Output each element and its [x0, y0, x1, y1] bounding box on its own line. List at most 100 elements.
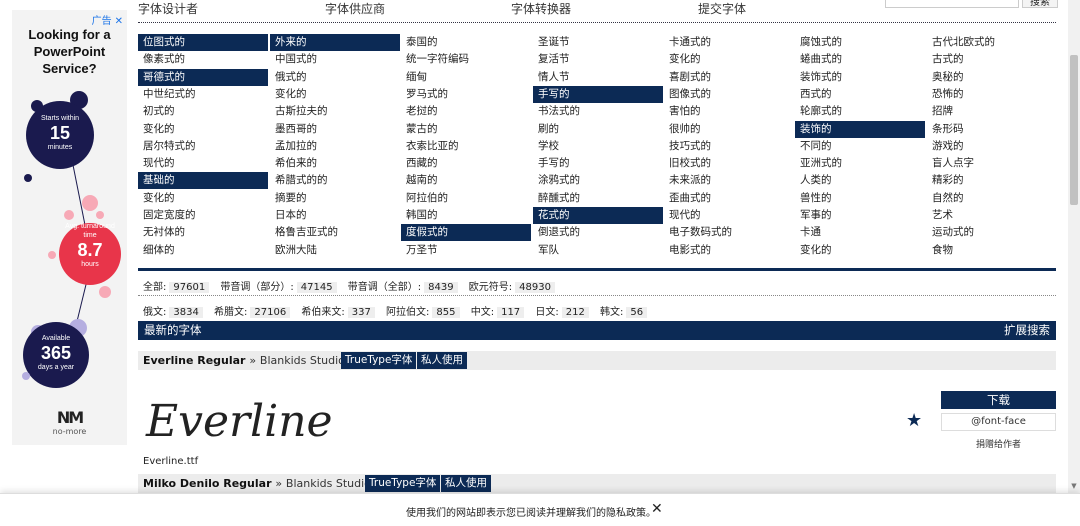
category-link[interactable]: 孟加拉的 — [270, 138, 400, 155]
category-link[interactable]: 装饰的 — [795, 120, 925, 138]
category-link[interactable]: 亚洲式的 — [795, 155, 925, 172]
category-link[interactable]: 喜剧式的 — [664, 69, 794, 86]
category-link[interactable]: 倒退式的 — [533, 224, 663, 241]
license-tag[interactable]: 私人使用 — [417, 352, 467, 369]
category-link[interactable]: 恐怖的 — [927, 86, 1055, 103]
category-link[interactable]: 缅甸 — [401, 69, 531, 86]
count-japanese[interactable]: 日文: 212 — [535, 303, 589, 318]
count-greek[interactable]: 希腊文: 27106 — [214, 303, 291, 318]
category-link[interactable]: 摘要的 — [270, 190, 400, 207]
foundry-link[interactable]: Blankids Studio — [260, 354, 345, 367]
font-name-link[interactable]: Milko Denilo Regular — [143, 477, 272, 490]
category-link[interactable]: 自然的 — [927, 190, 1055, 207]
search-input[interactable] — [885, 0, 1019, 8]
foundry-link[interactable]: Blankids Studio — [286, 477, 371, 490]
category-link[interactable]: 军队 — [533, 242, 663, 259]
category-link[interactable]: 万圣节 — [401, 242, 531, 259]
category-link[interactable]: 歪曲式的 — [664, 190, 794, 207]
fontface-button[interactable]: @font-face — [941, 413, 1056, 431]
category-link[interactable]: 情人节 — [533, 69, 663, 86]
category-link[interactable]: 招牌 — [927, 103, 1055, 120]
category-link[interactable]: 腐蚀式的 — [795, 34, 925, 51]
category-link[interactable]: 度假式的 — [401, 224, 531, 242]
category-link[interactable]: 醉醺式的 — [533, 190, 663, 207]
category-link[interactable]: 阿拉伯的 — [401, 190, 531, 207]
category-link[interactable]: 技巧式的 — [664, 138, 794, 155]
category-link[interactable]: 越南的 — [401, 172, 531, 189]
donate-link[interactable]: 捐赠给作者 — [941, 437, 1056, 450]
count-arabic[interactable]: 阿拉伯文: 855 — [386, 303, 460, 318]
count-euro[interactable]: 欧元符号: 48930 — [469, 278, 555, 293]
category-link[interactable]: 电影式的 — [664, 242, 794, 259]
category-link[interactable]: 花式的 — [533, 207, 663, 224]
category-link[interactable]: 学校 — [533, 138, 663, 155]
category-link[interactable]: 日本的 — [270, 207, 400, 224]
license-tag[interactable]: 私人使用 — [441, 475, 491, 492]
category-link[interactable]: 居尔特式的 — [138, 138, 268, 155]
category-link[interactable]: 食物 — [927, 242, 1055, 259]
category-link[interactable]: 变化的 — [138, 190, 268, 207]
category-link[interactable]: 希腊式的的 — [270, 172, 400, 189]
category-link[interactable]: 书法式的 — [533, 103, 663, 120]
count-accents-full[interactable]: 带音调（全部）: 8439 — [348, 278, 458, 293]
category-link[interactable]: 艺术 — [927, 207, 1055, 224]
scrollbar-thumb[interactable] — [1070, 55, 1078, 205]
favorite-star-icon[interactable]: ★ — [906, 410, 922, 431]
category-link[interactable]: 现代的 — [138, 155, 268, 172]
nav-font-foundries[interactable]: 字体供应商 — [325, 0, 385, 17]
category-link[interactable]: 人类的 — [795, 172, 925, 189]
count-accents-partial[interactable]: 带音调（部分）: 47145 — [220, 278, 337, 293]
category-link[interactable]: 位图式的 — [138, 34, 268, 51]
category-link[interactable]: 盲人点字 — [927, 155, 1055, 172]
category-link[interactable]: 老挝的 — [401, 103, 531, 120]
category-link[interactable]: 现代的 — [664, 207, 794, 224]
nav-font-designers[interactable]: 字体设计者 — [138, 0, 198, 17]
category-link[interactable]: 轮廓式的 — [795, 103, 925, 120]
category-link[interactable]: 精彩的 — [927, 172, 1055, 189]
category-link[interactable]: 条形码 — [927, 121, 1055, 138]
category-link[interactable]: 涂鸦式的 — [533, 172, 663, 189]
category-link[interactable]: 复活节 — [533, 51, 663, 68]
category-link[interactable]: 俄式的 — [270, 69, 400, 86]
count-korean[interactable]: 韩文: 56 — [600, 303, 648, 318]
search-button[interactable]: 搜索 — [1022, 0, 1058, 8]
cookie-close-icon[interactable]: ✕ — [651, 501, 663, 517]
category-link[interactable]: 古斯拉夫的 — [270, 103, 400, 120]
category-link[interactable]: 古式的 — [927, 51, 1055, 68]
category-link[interactable]: 蜷曲式的 — [795, 51, 925, 68]
category-link[interactable]: 不同的 — [795, 138, 925, 155]
category-link[interactable]: 韩国的 — [401, 207, 531, 224]
category-link[interactable]: 固定宽度的 — [138, 207, 268, 224]
category-link[interactable]: 奥秘的 — [927, 69, 1055, 86]
category-link[interactable]: 无衬体的 — [138, 224, 268, 241]
category-link[interactable]: 手写的 — [533, 85, 663, 103]
scroll-down-arrow-icon[interactable]: ▼ — [1068, 480, 1080, 492]
category-link[interactable]: 像素式的 — [138, 51, 268, 68]
category-link[interactable]: 衣索比亚的 — [401, 138, 531, 155]
category-link[interactable]: 统一字符编码 — [401, 51, 531, 68]
category-link[interactable]: 害怕的 — [664, 103, 794, 120]
category-link[interactable]: 电子数码式的 — [664, 224, 794, 241]
category-link[interactable]: 变化的 — [795, 242, 925, 259]
category-link[interactable]: 装饰式的 — [795, 69, 925, 86]
category-link[interactable]: 西式的 — [795, 86, 925, 103]
category-link[interactable]: 游戏的 — [927, 138, 1055, 155]
category-link[interactable]: 中国式的 — [270, 51, 400, 68]
count-russian[interactable]: 俄文: 3834 — [143, 303, 203, 318]
category-link[interactable]: 格鲁吉亚式的 — [270, 224, 400, 241]
category-link[interactable]: 细体的 — [138, 242, 268, 259]
category-link[interactable]: 很帅的 — [664, 121, 794, 138]
category-link[interactable]: 泰国的 — [401, 34, 531, 51]
category-link[interactable]: 未来派的 — [664, 172, 794, 189]
category-link[interactable]: 西藏的 — [401, 155, 531, 172]
category-link[interactable]: 圣诞节 — [533, 34, 663, 51]
category-link[interactable]: 卡通 — [795, 224, 925, 241]
nav-font-converter[interactable]: 字体转换器 — [511, 0, 571, 17]
truetype-tag[interactable]: TrueType字体 — [341, 352, 417, 369]
category-link[interactable]: 外来的 — [270, 34, 400, 51]
category-link[interactable]: 哥德式的 — [138, 68, 268, 86]
category-link[interactable]: 基础的 — [138, 172, 268, 190]
truetype-tag[interactable]: TrueType字体 — [365, 475, 441, 492]
count-all[interactable]: 全部: 97601 — [143, 278, 210, 293]
category-link[interactable]: 希伯来的 — [270, 155, 400, 172]
